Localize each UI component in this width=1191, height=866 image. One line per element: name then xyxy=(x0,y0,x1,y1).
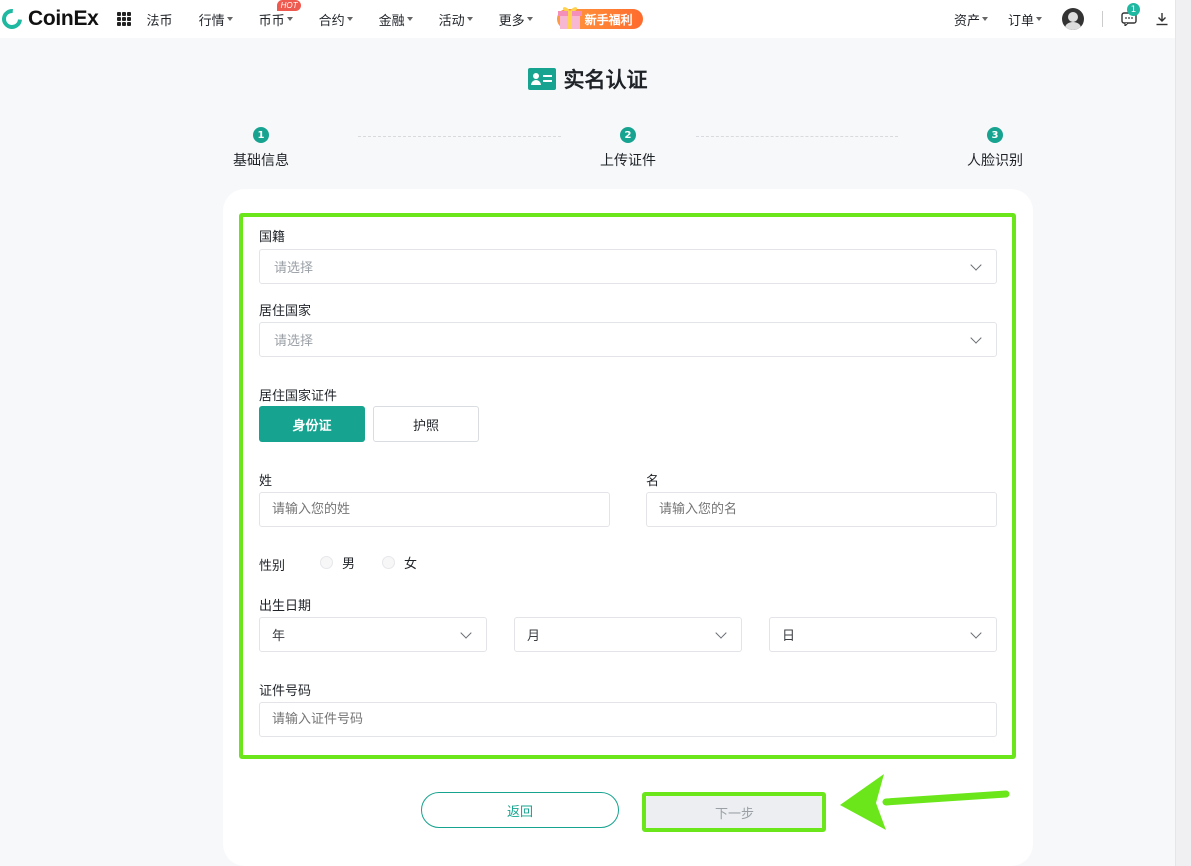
gender-label: 性别 xyxy=(259,559,286,574)
step-number: 1 xyxy=(253,127,269,143)
select-value: 年 xyxy=(272,629,286,644)
id-card-icon xyxy=(527,68,556,90)
id-number-label: 证件号码 xyxy=(259,684,312,699)
nav-item-label: 行情 xyxy=(198,13,225,29)
chevron-down-icon xyxy=(970,332,982,344)
chevron-down-icon xyxy=(460,627,472,639)
promo-label: 新手福利 xyxy=(584,12,633,27)
chevron-down-icon xyxy=(970,627,982,639)
given-name-input[interactable] xyxy=(646,492,997,527)
nav-item-label: 金融 xyxy=(378,13,405,29)
surname-input[interactable] xyxy=(259,492,610,527)
nav-item-label: 活动 xyxy=(438,13,465,29)
nav-item-label: 合约 xyxy=(318,13,345,29)
birth-month-select[interactable]: 月 xyxy=(514,617,742,652)
step-connector xyxy=(358,136,561,137)
page-title: 实名认证 xyxy=(0,64,1175,94)
nav-item-label: 法币 xyxy=(146,13,173,29)
caret-down-icon xyxy=(981,17,988,21)
caret-down-icon xyxy=(1036,17,1042,21)
residence-country-label: 居住国家 xyxy=(259,304,312,319)
nav-item-label: 订单 xyxy=(1007,13,1034,29)
gift-icon xyxy=(557,7,582,29)
nationality-label: 国籍 xyxy=(259,230,286,245)
nav-item-futures[interactable]: 合约 xyxy=(319,10,353,29)
radio-circle[interactable] xyxy=(382,556,395,569)
nav-right: 资产 订单 1 xyxy=(954,0,1175,38)
message-count-badge: 1 xyxy=(1127,3,1140,16)
brand-name: CoinEx xyxy=(28,7,99,30)
nav-item-label: 更多 xyxy=(498,13,525,29)
chevron-down-icon xyxy=(715,627,727,639)
step-connector xyxy=(696,136,898,137)
nav-item-assets[interactable]: 资产 xyxy=(954,10,988,29)
gender-female-radio[interactable]: 女 xyxy=(382,553,417,572)
download-icon[interactable] xyxy=(1155,12,1169,26)
select-value: 日 xyxy=(782,629,796,644)
document-id-card-button[interactable]: 身份证 xyxy=(259,406,365,442)
brand-logo[interactable]: CoinEx xyxy=(0,4,99,34)
caret-down-icon xyxy=(406,17,413,21)
nav-item-label: 币币 xyxy=(258,13,285,29)
top-navigation: CoinEx 法币 行情 币币 HOT 合约 金融 活动 更多 新手福利 资产 … xyxy=(0,0,1175,38)
birth-year-select[interactable]: 年 xyxy=(259,617,487,652)
nav-item-label: 资产 xyxy=(953,13,980,29)
newbie-bonus-button[interactable]: 新手福利 xyxy=(556,7,643,29)
avatar-icon[interactable] xyxy=(1062,8,1084,30)
id-number-input[interactable] xyxy=(259,702,997,737)
step-basic-info: 1 基础信息 xyxy=(229,127,293,170)
nav-item-fiat[interactable]: 法币 xyxy=(147,10,173,29)
annotation-arrow-icon xyxy=(840,774,1010,830)
caret-down-icon xyxy=(286,17,293,21)
apps-grid-icon[interactable] xyxy=(116,12,131,26)
verification-form-card xyxy=(223,189,1033,866)
select-placeholder: 请选择 xyxy=(274,261,314,276)
gender-male-radio[interactable]: 男 xyxy=(320,553,355,572)
nav-menu: 法币 行情 币币 HOT 合约 金融 活动 更多 新手福利 xyxy=(147,0,643,29)
next-step-button[interactable]: 下一步 xyxy=(646,796,823,829)
hot-badge: HOT xyxy=(276,0,302,11)
surname-label: 姓 xyxy=(259,474,273,489)
nav-divider xyxy=(1102,11,1103,27)
caret-down-icon xyxy=(466,17,473,21)
caret-down-icon xyxy=(526,17,533,21)
back-button[interactable]: 返回 xyxy=(421,792,619,828)
radio-label: 男 xyxy=(342,557,356,572)
radio-circle[interactable] xyxy=(320,556,333,569)
select-value: 月 xyxy=(527,629,541,644)
nav-item-more[interactable]: 更多 xyxy=(499,10,533,29)
step-number: 3 xyxy=(987,127,1003,143)
chevron-down-icon xyxy=(970,259,982,271)
step-label: 人脸识别 xyxy=(967,153,1023,169)
step-label: 上传证件 xyxy=(600,153,656,169)
message-icon[interactable]: 1 xyxy=(1121,3,1140,28)
nav-item-orders[interactable]: 订单 xyxy=(1008,10,1042,29)
radio-label: 女 xyxy=(404,557,418,572)
step-label: 基础信息 xyxy=(233,153,289,169)
given-name-label: 名 xyxy=(646,474,660,489)
nav-item-spot[interactable]: 币币 HOT xyxy=(258,0,302,29)
select-placeholder: 请选择 xyxy=(274,334,314,349)
nav-item-finance[interactable]: 金融 xyxy=(379,10,413,29)
nationality-select[interactable]: 请选择 xyxy=(259,249,997,284)
caret-down-icon xyxy=(226,17,233,21)
residence-country-select[interactable]: 请选择 xyxy=(259,322,997,357)
birth-day-select[interactable]: 日 xyxy=(769,617,997,652)
caret-down-icon xyxy=(346,17,353,21)
document-passport-button[interactable]: 护照 xyxy=(373,406,479,442)
document-type-label: 居住国家证件 xyxy=(259,389,338,404)
step-upload-document: 2 上传证件 xyxy=(596,127,660,170)
nav-item-activity[interactable]: 活动 xyxy=(439,10,473,29)
step-face-recognition: 3 人脸识别 xyxy=(963,127,1027,170)
progress-steps: 1 基础信息 2 上传证件 3 人脸识别 xyxy=(0,127,1175,177)
birthdate-label: 出生日期 xyxy=(259,599,312,614)
page-title-text: 实名认证 xyxy=(563,68,648,92)
nav-item-markets[interactable]: 行情 xyxy=(199,10,233,29)
coinex-logo-icon xyxy=(0,4,27,34)
step-number: 2 xyxy=(620,127,636,143)
page-scrollbar[interactable] xyxy=(1175,0,1191,866)
